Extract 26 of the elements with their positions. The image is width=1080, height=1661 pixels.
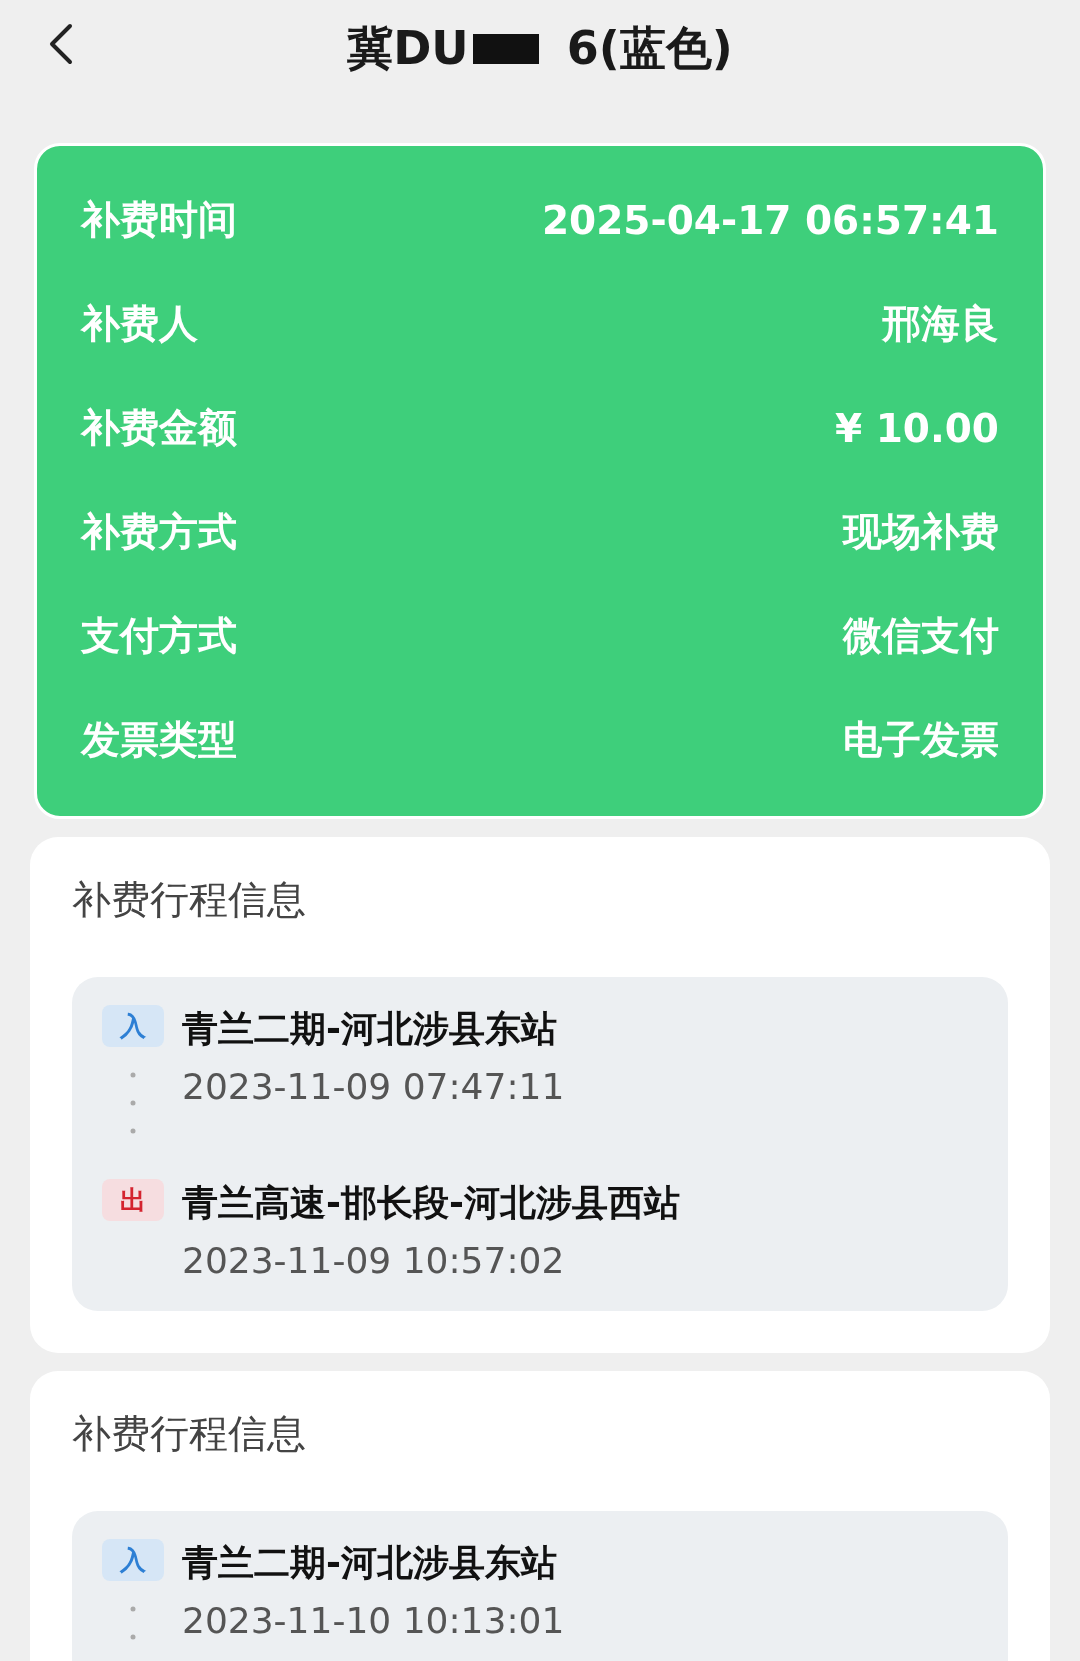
stop-time: 2023-11-09 10:57:02 [182,1239,566,1283]
field-value: 现场补费 [843,508,999,556]
field-value: 2025-04-17 06:57:41 [541,197,999,243]
stop-badge: 出 [102,1179,164,1221]
station-name: 青兰二期-河北涉县东站 [182,1007,558,1051]
field-label: 发票类型 [81,716,237,764]
field-value: ¥ 10.00 [834,405,999,451]
field-value: 电子发票 [843,716,999,764]
field-label: 补费金额 [81,404,237,452]
redaction-mark [472,34,539,64]
field-label: 支付方式 [81,612,237,660]
field-value: 邢海良 [882,300,999,348]
plate-title: 冀DU [347,20,469,77]
stop-time: 2023-11-10 10:13:01 [182,1599,566,1643]
stop-time: 2023-11-09 07:47:11 [182,1065,566,1109]
field-label: 补费方式 [81,508,237,556]
trip-title: 补费行程信息 [72,1410,307,1458]
stop-badge: 入 [102,1005,164,1047]
station-name: 青兰高速-邯长段-河北涉县西站 [182,1181,681,1225]
station-name: 青兰二期-河北涉县东站 [182,1541,558,1585]
field-value: 微信支付 [843,612,999,660]
field-label: 补费人 [81,300,198,348]
trip-title: 补费行程信息 [72,876,307,924]
field-label: 补费时间 [81,196,237,244]
plate-title: 6(蓝色) [566,20,733,77]
stop-badge: 入 [102,1539,164,1581]
